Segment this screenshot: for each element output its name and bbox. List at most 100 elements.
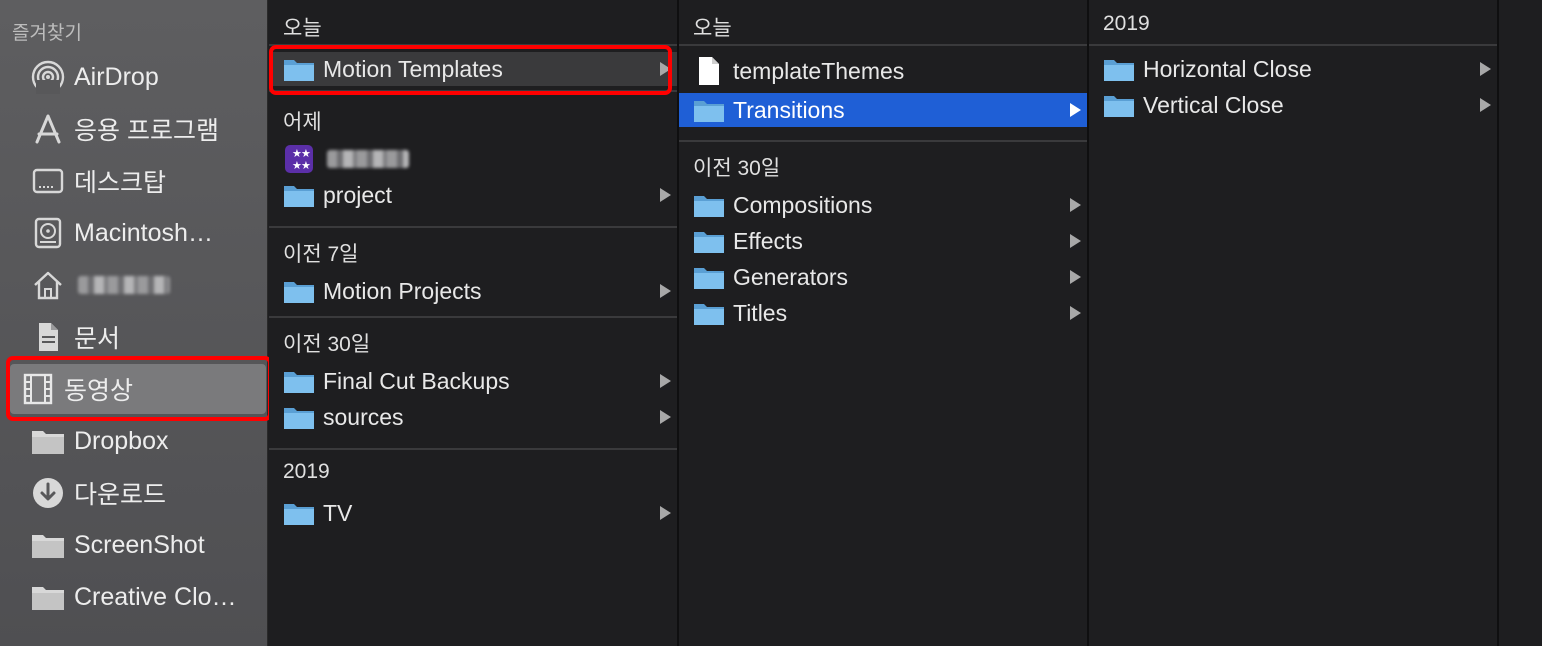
divider xyxy=(679,140,1087,142)
document-icon xyxy=(28,317,68,357)
sidebar-item-label: 데스크탑 xyxy=(74,169,167,197)
row-label: TV xyxy=(323,499,353,526)
sidebar-item-label: AirDrop xyxy=(74,62,159,91)
sidebar-item-macintosh-hd[interactable]: Macintosh… xyxy=(10,208,266,258)
row-label: Motion Templates xyxy=(323,55,503,82)
row-label: Transitions xyxy=(733,96,845,123)
row-transitions[interactable]: Transitions xyxy=(679,93,1087,127)
folder-icon xyxy=(283,404,315,430)
row-sources[interactable]: sources xyxy=(269,400,677,434)
folder-icon xyxy=(693,97,725,123)
browser-column-3[interactable]: 2019 Horizontal Close Vertical Close xyxy=(1089,0,1499,646)
desktop-icon xyxy=(28,161,68,201)
disclosure-arrow-icon xyxy=(1070,198,1081,212)
row-motion-templates[interactable]: Motion Templates xyxy=(269,52,677,86)
section-title-today: 오늘 xyxy=(283,17,322,40)
row-label: Effects xyxy=(733,227,803,254)
folder-icon xyxy=(693,300,725,326)
divider xyxy=(1089,44,1497,46)
sidebar-item-label: 다운로드 xyxy=(74,481,167,509)
sidebar-item-dropbox[interactable]: Dropbox xyxy=(10,416,266,466)
disclosure-arrow-icon xyxy=(1480,98,1491,112)
disclosure-arrow-icon xyxy=(1070,103,1081,117)
sidebar-header-favorites: 즐겨찾기 xyxy=(12,23,82,44)
section-title-2019: 2019 xyxy=(1103,12,1150,35)
sidebar: 즐겨찾기 AirDrop 응용 프로그램 데스크탑 Macintosh… 문서 … xyxy=(0,0,268,646)
folder-icon xyxy=(28,577,68,617)
sidebar-item-creative-cloud[interactable]: Creative Clo… xyxy=(10,572,266,622)
section-title-today: 오늘 xyxy=(693,17,732,40)
folder-icon xyxy=(283,368,315,394)
browser-column-4[interactable] xyxy=(1499,0,1542,646)
folder-icon xyxy=(1103,92,1135,118)
sidebar-item-label: Dropbox xyxy=(74,426,169,455)
row-label: project xyxy=(323,181,393,208)
row-label: sources xyxy=(323,403,404,430)
folder-icon xyxy=(283,500,315,526)
disclosure-arrow-icon xyxy=(660,62,671,76)
sidebar-item-home[interactable] xyxy=(10,260,266,310)
row-titles[interactable]: Titles xyxy=(679,296,1087,330)
row-tv[interactable]: TV xyxy=(269,496,677,530)
row-motion-projects[interactable]: Motion Projects xyxy=(269,274,677,308)
row-generators[interactable]: Generators xyxy=(679,260,1087,294)
sidebar-item-documents[interactable]: 문서 xyxy=(10,312,266,362)
folder-icon xyxy=(283,56,315,82)
applications-icon xyxy=(28,109,68,149)
sidebar-item-desktop[interactable]: 데스크탑 xyxy=(10,156,266,206)
movie-icon xyxy=(18,369,58,409)
app-icon: ★ ★ ★ ★ xyxy=(283,145,315,173)
row-label: Final Cut Backups xyxy=(323,367,510,394)
section-title-yesterday: 어제 xyxy=(283,111,322,134)
browser-column-2[interactable]: 오늘 templateThemes Transitions 이전 30일 Com… xyxy=(679,0,1089,646)
redacted-filename xyxy=(327,150,409,168)
disclosure-arrow-icon xyxy=(1070,270,1081,284)
divider xyxy=(679,44,1087,46)
sidebar-item-label: Creative Clo… xyxy=(74,582,237,611)
row-label: Motion Projects xyxy=(323,277,482,304)
folder-icon xyxy=(693,228,725,254)
row-compositions[interactable]: Compositions xyxy=(679,188,1087,222)
row-redacted-app[interactable]: ★ ★ ★ ★ xyxy=(269,142,677,176)
row-project[interactable]: project xyxy=(269,178,677,212)
row-vertical-close[interactable]: Vertical Close xyxy=(1089,88,1497,122)
row-label: Compositions xyxy=(733,191,873,218)
folder-icon xyxy=(28,525,68,565)
disclosure-arrow-icon xyxy=(1480,62,1491,76)
row-final-cut-backups[interactable]: Final Cut Backups xyxy=(269,364,677,398)
section-title-previous-30-days: 이전 30일 xyxy=(693,157,781,180)
folder-icon xyxy=(283,182,315,208)
disclosure-arrow-icon xyxy=(660,188,671,202)
section-title-previous-7-days: 이전 7일 xyxy=(283,243,359,266)
folder-icon xyxy=(693,192,725,218)
sidebar-item-downloads[interactable]: 다운로드 xyxy=(10,468,266,518)
disclosure-arrow-icon xyxy=(660,506,671,520)
folder-icon xyxy=(283,278,315,304)
divider xyxy=(269,44,677,46)
download-icon xyxy=(28,473,68,513)
sidebar-item-applications[interactable]: 응용 프로그램 xyxy=(10,104,266,154)
finder-window: 즐겨찾기 AirDrop 응용 프로그램 데스크탑 Macintosh… 문서 … xyxy=(0,0,1542,646)
sidebar-item-label: 동영상 xyxy=(64,377,134,405)
row-label: Vertical Close xyxy=(1143,91,1284,118)
divider xyxy=(269,90,677,92)
redacted-username xyxy=(78,276,170,294)
folder-icon xyxy=(1103,56,1135,82)
folder-icon xyxy=(28,421,68,461)
row-label: templateThemes xyxy=(733,57,905,84)
sidebar-item-label: Macintosh… xyxy=(74,218,213,247)
sidebar-item-airdrop[interactable]: AirDrop xyxy=(10,52,266,102)
divider xyxy=(269,448,677,450)
sidebar-item-label: ScreenShot xyxy=(74,530,205,559)
browser-column-1[interactable]: 오늘 Motion Templates 어제 ★ ★ ★ ★ project 이전 7… xyxy=(269,0,679,646)
row-label: Generators xyxy=(733,263,849,290)
sidebar-item-screenshot[interactable]: ScreenShot xyxy=(10,520,266,570)
row-template-themes[interactable]: templateThemes xyxy=(679,54,1087,88)
section-title-2019: 2019 xyxy=(283,460,330,483)
sidebar-item-label: 문서 xyxy=(74,325,121,353)
row-effects[interactable]: Effects xyxy=(679,224,1087,258)
disk-icon xyxy=(28,213,68,253)
row-horizontal-close[interactable]: Horizontal Close xyxy=(1089,52,1497,86)
disclosure-arrow-icon xyxy=(1070,234,1081,248)
sidebar-item-movies[interactable]: 동영상 xyxy=(10,364,266,414)
